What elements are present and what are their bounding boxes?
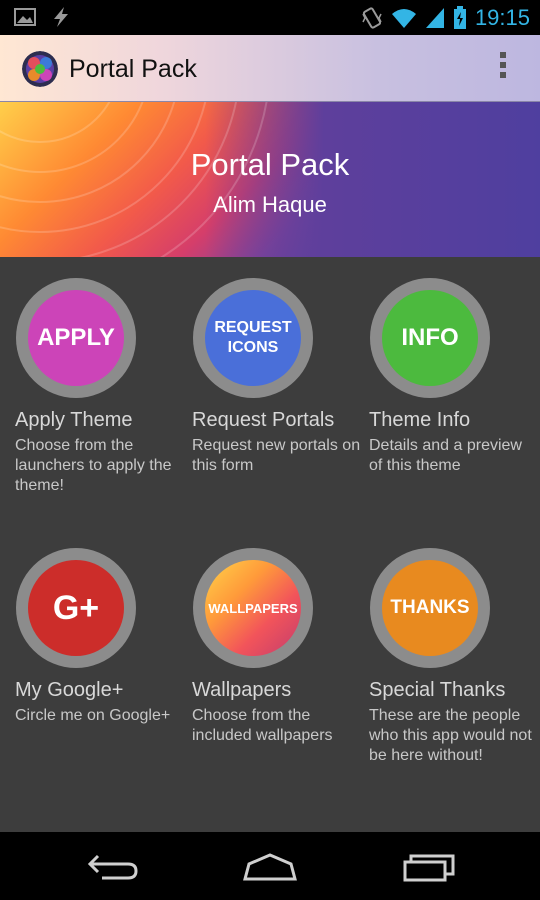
status-bar: 19:15 [0, 0, 540, 35]
info-button-ring[interactable]: INFO [370, 278, 490, 398]
banner-author: Alim Haque [213, 192, 327, 217]
tile-title: Special Thanks [369, 679, 506, 701]
tile-description: Choose from the launchers to apply the t… [15, 437, 172, 494]
thanks-button-ring[interactable]: THANKS [370, 548, 490, 668]
action-bar: Portal Pack [0, 35, 540, 103]
tile-description: Request new portals on this form [192, 437, 361, 474]
status-time: 19:15 [474, 5, 530, 30]
signal-icon [425, 8, 444, 28]
tile-title: My Google+ [15, 679, 124, 701]
tile-title: Theme Info [369, 409, 471, 431]
wallpapers-button-ring[interactable]: WALLPAPERS [193, 548, 313, 668]
google-plus-tile[interactable]: G+ My Google+ Circle me on Google+ [0, 528, 177, 778]
wallpapers-tile[interactable]: WALLPAPERS Wallpapers Choose from the in… [177, 528, 354, 778]
back-icon[interactable] [86, 852, 140, 882]
apply-button-ring[interactable]: APPLY [16, 278, 136, 398]
tile-description: Circle me on Google+ [15, 707, 171, 724]
special-thanks-tile[interactable]: THANKS Special Thanks These are the peop… [354, 528, 532, 778]
request-button-ring[interactable]: REQUEST ICONS [193, 278, 313, 398]
recents-icon[interactable] [402, 852, 456, 882]
tile-description: Choose from the included wallpapers [192, 707, 333, 744]
vibrate-icon [362, 7, 382, 29]
home-icon[interactable] [242, 852, 298, 882]
battery-icon [453, 6, 466, 29]
apply-button[interactable]: APPLY [28, 290, 124, 386]
request-icons-button[interactable]: REQUEST ICONS [205, 290, 301, 386]
tile-description: These are the people who this app would … [369, 707, 532, 764]
tile-description: Details and a preview of this theme [369, 437, 522, 474]
charging-bolt-icon [54, 7, 68, 27]
banner-title: Portal Pack [190, 147, 350, 182]
apply-theme-tile[interactable]: APPLY Apply Theme Choose from the launch… [0, 258, 177, 508]
thanks-button[interactable]: THANKS [382, 560, 478, 656]
app-logo-icon[interactable] [22, 51, 58, 87]
wifi-icon [391, 9, 416, 28]
overflow-menu-icon[interactable] [500, 52, 506, 82]
google-plus-button[interactable]: G+ [28, 560, 124, 656]
image-icon [14, 8, 36, 26]
info-button[interactable]: INFO [382, 290, 478, 386]
wallpapers-button[interactable]: WALLPAPERS [205, 560, 301, 656]
tile-title: Request Portals [192, 409, 335, 431]
tile-title: Apply Theme [15, 409, 133, 431]
navigation-bar [0, 832, 540, 900]
header-banner: Portal Pack Alim Haque [0, 102, 540, 257]
request-portals-tile[interactable]: REQUEST ICONS Request Portals Request ne… [177, 258, 360, 508]
theme-info-tile[interactable]: INFO Theme Info Details and a preview of… [354, 258, 531, 508]
app-title: Portal Pack [69, 55, 197, 83]
google-plus-button-ring[interactable]: G+ [16, 548, 136, 668]
tile-title: Wallpapers [192, 679, 292, 701]
